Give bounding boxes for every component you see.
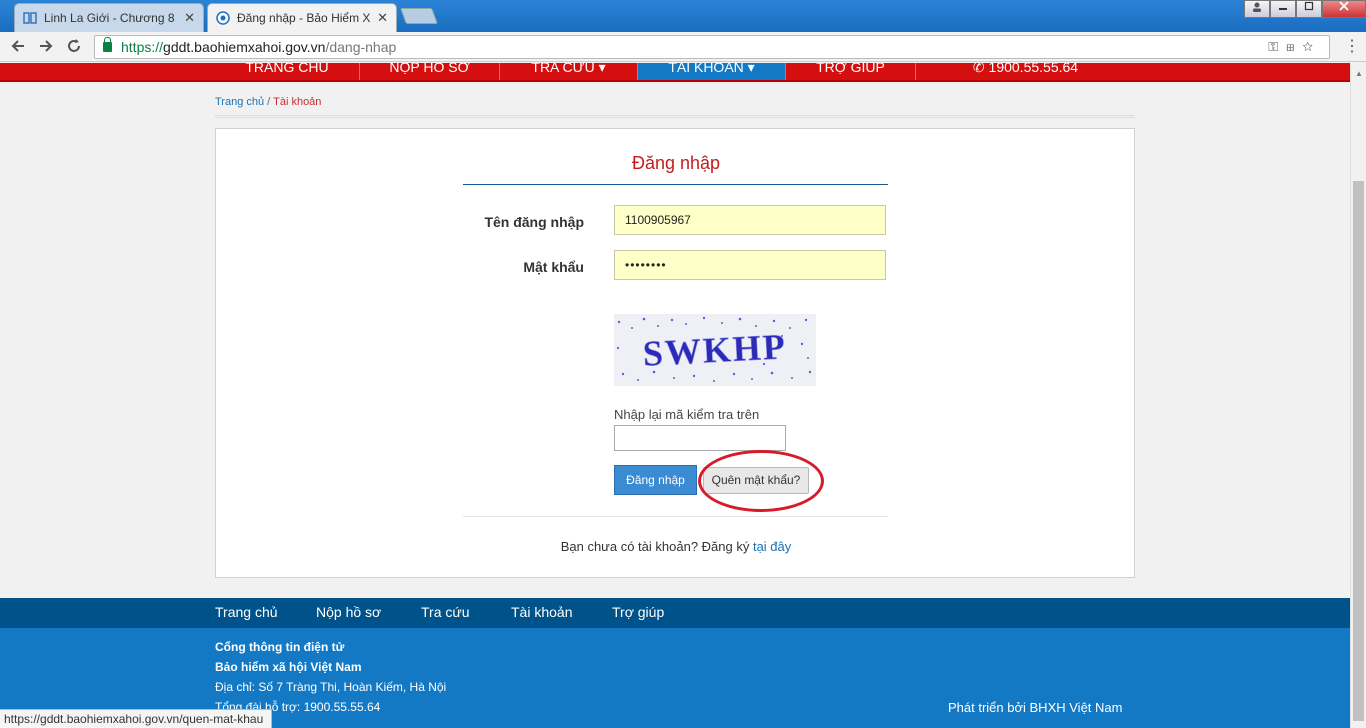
- browser-window: Linh La Giới - Chương 8 ✕ Đăng nhập - Bả…: [0, 0, 1366, 728]
- nav-item-tra-cuu[interactable]: TRA CỨU ▾: [500, 63, 638, 80]
- footer-link-nop-ho-so[interactable]: Nộp hồ sơ: [316, 604, 381, 620]
- lock-icon: [103, 37, 112, 52]
- footer-link-tai-khoan[interactable]: Tài khoản: [511, 604, 572, 620]
- close-icon[interactable]: ✕: [377, 10, 388, 26]
- star-icon[interactable]: ☆: [1302, 39, 1321, 54]
- footer-link-trang-chu[interactable]: Trang chủ: [215, 604, 278, 620]
- username-label: Tên đăng nhập: [484, 214, 584, 230]
- password-input[interactable]: ••••••••: [614, 250, 886, 280]
- nav-item-tro-giup[interactable]: TRỢ GIÚP: [786, 63, 916, 80]
- window-controls: [1244, 0, 1366, 18]
- tab-title: Linh La Giới - Chương 8: [44, 11, 175, 25]
- captcha-text: SWKHP: [642, 326, 788, 373]
- breadcrumb: Trang chủ / Tài khoản: [215, 96, 321, 108]
- password-label: Mật khẩu: [523, 259, 584, 275]
- close-icon[interactable]: ✕: [184, 10, 195, 26]
- maximize-button[interactable]: [1296, 0, 1322, 18]
- url-host: gddt.baohiemxahoi.gov.vn: [163, 39, 326, 55]
- back-arrow-icon[interactable]: [8, 37, 28, 57]
- tab-title: Đăng nhập - Bảo Hiểm X: [237, 11, 371, 25]
- breadcrumb-home-link[interactable]: Trang chủ: [215, 96, 264, 108]
- footer-link-tro-giup[interactable]: Trợ giúp: [612, 604, 664, 620]
- footer-nav: Trang chủ Nộp hồ sơ Tra cứu Tài khoản Tr…: [0, 598, 1350, 628]
- scroll-up-arrow-icon[interactable]: ▲: [1355, 69, 1363, 78]
- captcha-image: SWKHP: [614, 314, 816, 386]
- login-button[interactable]: Đăng nhập: [614, 465, 697, 495]
- footer-portal-name: Cổng thông tin điện tử: [215, 640, 345, 654]
- address-bar[interactable]: https://gddt.baohiemxahoi.gov.vn/dang-nh…: [94, 35, 1330, 59]
- new-tab-button[interactable]: [400, 8, 438, 24]
- page-title: Đăng nhập: [631, 153, 721, 173]
- breadcrumb-separator: /: [264, 96, 274, 108]
- nav-item-nop-ho-so[interactable]: NỘP HỒ SƠ: [360, 63, 500, 80]
- nav-item-tai-khoan[interactable]: TÀI KHOẢN ▾: [638, 63, 786, 80]
- bhxh-logo-icon: [216, 11, 230, 25]
- footer-credit: Phát triển bởi BHXH Việt Nam: [948, 700, 1123, 715]
- forward-arrow-icon[interactable]: [36, 37, 56, 57]
- book-icon: [23, 11, 37, 25]
- omnibox-actions: ⚿⊞☆: [1268, 36, 1321, 58]
- tab-dang-nhap[interactable]: Đăng nhập - Bảo Hiểm X ✕: [207, 3, 397, 32]
- form-divider: [463, 516, 888, 517]
- nav-hotline: ✆ 1900.55.55.64: [972, 63, 1079, 75]
- register-link[interactable]: tại đây: [753, 539, 791, 554]
- reload-icon[interactable]: [64, 37, 84, 57]
- footer-org-name: Bảo hiểm xã hội Việt Nam: [215, 660, 362, 674]
- translate-icon[interactable]: ⊞: [1286, 39, 1302, 54]
- captcha-prompt: Nhập lại mã kiểm tra trên: [614, 407, 760, 422]
- tab-linh-la-gioi[interactable]: Linh La Giới - Chương 8 ✕: [14, 3, 204, 32]
- captcha-input[interactable]: [614, 425, 786, 451]
- url-protocol: https://: [121, 39, 164, 55]
- vertical-scrollbar[interactable]: ▲: [1350, 63, 1366, 728]
- url-path: /dang-nhap: [325, 39, 397, 55]
- username-input[interactable]: 1100905967: [614, 205, 886, 235]
- key-icon[interactable]: ⚿: [1268, 39, 1286, 54]
- page-content: TRANG CHỦ NỘP HỒ SƠ TRA CỨU ▾ TÀI KHOẢN …: [0, 63, 1350, 728]
- user-icon[interactable]: [1244, 0, 1270, 18]
- minimize-button[interactable]: [1270, 0, 1296, 18]
- footer-link-tra-cuu[interactable]: Tra cứu: [421, 604, 470, 620]
- status-bar-url: https://gddt.baohiemxahoi.gov.vn/quen-ma…: [0, 709, 273, 728]
- breadcrumb-divider: [215, 115, 1135, 118]
- main-nav: TRANG CHỦ NỘP HỒ SƠ TRA CỨU ▾ TÀI KHOẢN …: [0, 63, 1350, 82]
- tab-strip: Linh La Giới - Chương 8 ✕ Đăng nhập - Bả…: [0, 0, 1366, 32]
- register-text: Bạn chưa có tài khoản? Đăng ký: [560, 539, 753, 554]
- browser-toolbar: https://gddt.baohiemxahoi.gov.vn/dang-nh…: [0, 32, 1366, 62]
- scroll-thumb[interactable]: [1353, 181, 1364, 721]
- annotation-ellipse: [698, 450, 824, 512]
- menu-icon[interactable]: ⋮: [1344, 36, 1360, 56]
- nav-item-trang-chu[interactable]: TRANG CHỦ: [215, 63, 360, 80]
- breadcrumb-current: Tài khoản: [273, 96, 322, 108]
- footer-address: Địa chỉ: Số 7 Tràng Thi, Hoàn Kiếm, Hà N…: [215, 680, 447, 694]
- close-window-button[interactable]: [1322, 0, 1366, 18]
- login-panel: Đăng nhập Tên đăng nhập 1100905967 Mật k…: [215, 128, 1135, 578]
- title-divider: [463, 184, 888, 185]
- register-prompt: Bạn chưa có tài khoản? Đăng ký tại đây: [216, 539, 1136, 554]
